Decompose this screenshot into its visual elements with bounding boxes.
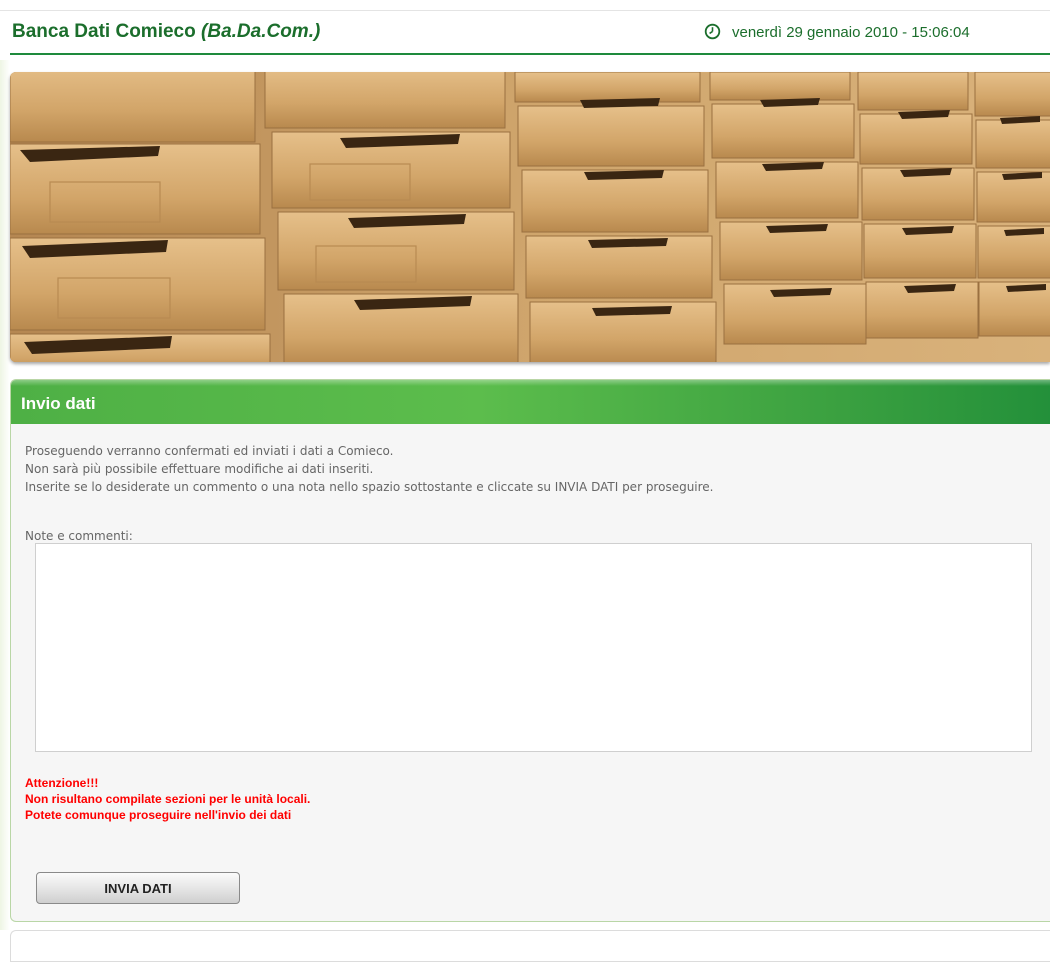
warning-line-1: Non risultano compilate sezioni per le u… xyxy=(25,792,311,806)
panel-title: Invio dati xyxy=(21,394,96,413)
warning-line-2: Potete comunque proseguire nell'invio de… xyxy=(25,808,292,822)
warning-title: Attenzione!!! xyxy=(25,776,99,790)
info-line-3: Inserite se lo desiderate un commento o … xyxy=(25,480,714,494)
header-divider xyxy=(10,53,1050,55)
info-line-2: Non sarà più possibile effettuare modifi… xyxy=(25,462,374,476)
panel-header: Invio dati xyxy=(11,380,1050,424)
send-data-panel: Invio dati Proseguendo verranno conferma… xyxy=(10,379,1050,922)
left-gradient-strip xyxy=(0,60,10,930)
info-line-1: Proseguendo verranno confermati ed invia… xyxy=(25,444,394,458)
banner-image xyxy=(10,72,1050,362)
current-datetime: venerdì 29 gennaio 2010 - 15:06:04 xyxy=(732,24,970,41)
app-title-abbr: (Ba.Da.Com.) xyxy=(201,21,321,42)
app-title-name: Banca Dati Comieco xyxy=(12,21,196,42)
panel-header-highlight xyxy=(11,380,1050,386)
notes-label: Note e commenti: xyxy=(25,529,133,543)
send-data-button[interactable]: INVIA DATI xyxy=(36,872,240,904)
notes-textarea[interactable] xyxy=(35,543,1032,752)
clock-icon xyxy=(704,23,721,40)
cardboard-boxes-image xyxy=(10,72,1050,362)
next-panel-edge xyxy=(10,930,1050,962)
app-title: Banca Dati Comieco (Ba.Da.Com.) xyxy=(12,21,320,43)
